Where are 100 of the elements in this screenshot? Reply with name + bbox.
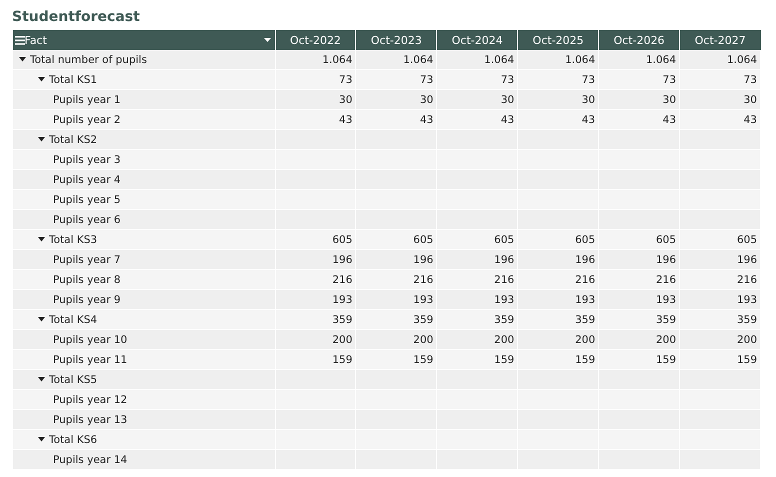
- table-cell: 605: [598, 230, 680, 250]
- table-cell: 30: [275, 90, 356, 110]
- table-cell: 196: [518, 250, 599, 270]
- table-cell: 605: [275, 230, 356, 250]
- row-label: Pupils year 10: [53, 334, 128, 346]
- row-label: Total KS1: [49, 74, 98, 86]
- table-cell: 73: [680, 70, 760, 90]
- column-header: Oct-2023: [356, 30, 437, 50]
- table-cell: 159: [275, 350, 356, 370]
- table-cell: 1.064: [518, 50, 599, 70]
- table-cell: 43: [598, 110, 680, 130]
- row-label: Pupils year 1: [53, 94, 121, 106]
- table-cell: 159: [518, 350, 599, 370]
- table-cell: 159: [356, 350, 437, 370]
- table-cell: 605: [436, 230, 518, 250]
- table-cell: 30: [356, 90, 437, 110]
- table-cell: 216: [356, 270, 437, 290]
- row-label: Pupils year 3: [53, 154, 121, 166]
- table-cell: 1.064: [598, 50, 680, 70]
- column-header: Oct-2027: [680, 30, 760, 50]
- table-cell: 200: [436, 330, 518, 350]
- table-cell: 43: [356, 110, 437, 130]
- dropdown-caret-icon[interactable]: [264, 38, 270, 42]
- table-cell: 200: [518, 330, 599, 350]
- row-label: Pupils year 13: [53, 414, 128, 426]
- table-cell: 193: [680, 290, 760, 310]
- table-cell: 193: [598, 290, 680, 310]
- table-cell: 73: [275, 70, 356, 90]
- table-cell: 196: [356, 250, 437, 270]
- column-header: Oct-2024: [436, 30, 518, 50]
- table-cell: 159: [598, 350, 680, 370]
- collapse-caret-icon[interactable]: [38, 137, 45, 142]
- table-cell: 43: [436, 110, 518, 130]
- table-cell: 43: [680, 110, 760, 130]
- column-header: Oct-2022: [275, 30, 356, 50]
- collapse-caret-icon[interactable]: [38, 317, 45, 322]
- row-label: Pupils year 5: [53, 194, 121, 206]
- collapse-caret-icon[interactable]: [19, 57, 26, 62]
- table-cell: 200: [356, 330, 437, 350]
- table-cell: 359: [275, 310, 356, 330]
- table-cell: 43: [518, 110, 599, 130]
- table-cell: 359: [356, 310, 437, 330]
- table-cell: 359: [680, 310, 760, 330]
- table-cell: 216: [518, 270, 599, 290]
- table-cell: 196: [680, 250, 760, 270]
- table-cell: 73: [598, 70, 680, 90]
- table-cell: 605: [680, 230, 760, 250]
- table-cell: 1.064: [436, 50, 518, 70]
- row-label: Total KS2: [49, 134, 98, 146]
- table-cell: 43: [275, 110, 356, 130]
- column-header: Oct-2025: [518, 30, 599, 50]
- table-cell: 359: [598, 310, 680, 330]
- table-cell: 196: [275, 250, 356, 270]
- row-label: Total KS6: [49, 434, 98, 446]
- table-cell: 193: [275, 290, 356, 310]
- table-cell: 73: [436, 70, 518, 90]
- row-label: Total KS4: [49, 314, 98, 326]
- table-cell: 193: [356, 290, 437, 310]
- table-cell: 159: [680, 350, 760, 370]
- table-cell: 200: [680, 330, 760, 350]
- table-cell: 1.064: [680, 50, 760, 70]
- table-cell: 1.064: [356, 50, 437, 70]
- row-label: Pupils year 7: [53, 254, 121, 266]
- table-cell: 73: [356, 70, 437, 90]
- table-cell: 30: [436, 90, 518, 110]
- row-label: Total KS3: [49, 234, 98, 246]
- table-cell: 200: [598, 330, 680, 350]
- table-cell: 605: [518, 230, 599, 250]
- collapse-caret-icon[interactable]: [38, 377, 45, 382]
- row-label: Pupils year 8: [53, 274, 121, 286]
- table-cell: 359: [436, 310, 518, 330]
- row-label: Pupils year 14: [53, 454, 128, 466]
- column-header: Fact: [24, 34, 48, 46]
- table-cell: 193: [518, 290, 599, 310]
- collapse-caret-icon[interactable]: [38, 237, 45, 242]
- table-cell: 216: [275, 270, 356, 290]
- menu-icon[interactable]: [14, 36, 24, 44]
- row-label: Pupils year 9: [53, 294, 121, 306]
- table-cell: 196: [436, 250, 518, 270]
- table-cell: 196: [598, 250, 680, 270]
- page-title: Studentforecast: [12, 8, 141, 27]
- row-label: Pupils year 12: [53, 394, 128, 406]
- table-cell: 359: [518, 310, 599, 330]
- table-cell: 216: [680, 270, 760, 290]
- table-cell: 159: [436, 350, 518, 370]
- table-cell: 30: [680, 90, 760, 110]
- row-label: Pupils year 4: [53, 174, 121, 186]
- table-cell: 193: [436, 290, 518, 310]
- table-cell: 30: [518, 90, 599, 110]
- row-label: Total KS5: [49, 374, 98, 386]
- collapse-caret-icon[interactable]: [38, 77, 45, 82]
- table-cell: 605: [356, 230, 437, 250]
- column-header: Oct-2026: [598, 30, 680, 50]
- table-cell: 216: [436, 270, 518, 290]
- table-cell: 1.064: [275, 50, 356, 70]
- table-cell: 30: [598, 90, 680, 110]
- collapse-caret-icon[interactable]: [38, 437, 45, 442]
- row-label: Total number of pupils: [30, 54, 147, 66]
- row-label: Pupils year 6: [53, 214, 121, 226]
- row-label: Pupils year 11: [53, 354, 128, 366]
